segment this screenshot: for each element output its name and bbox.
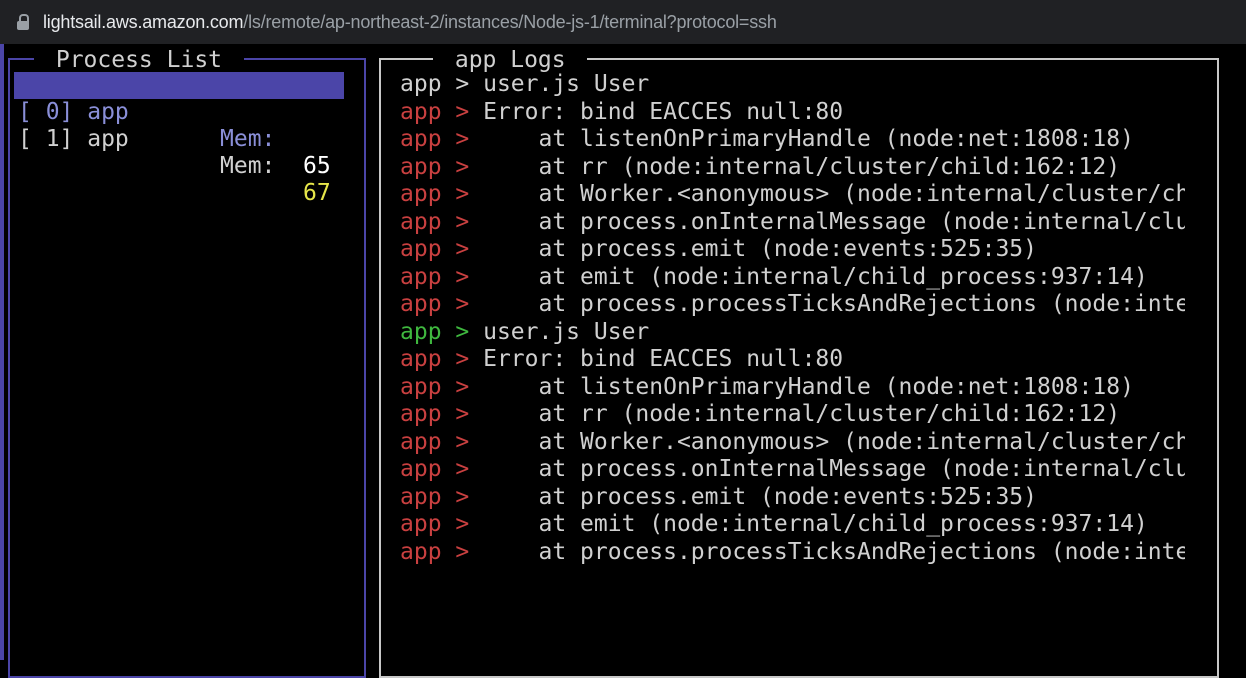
log-prefix: app > [400, 263, 484, 290]
log-line: app > at rr (node:internal/cluster/child… [400, 401, 1185, 429]
process-row-0[interactable]: [ 0] app Mem: 65 [14, 72, 344, 179]
log-message: at process.processTicksAndRejections (no… [483, 538, 1185, 565]
log-message: at listenOnPrimaryHandle (node:net:1808:… [483, 126, 1134, 152]
log-line: app > at Worker.<anonymous> (node:intern… [400, 429, 1185, 457]
process-mem-label: Mem: [220, 126, 276, 152]
log-line: app > user.js User [400, 319, 1185, 347]
log-message: at Worker.<anonymous> (node:internal/clu… [483, 181, 1185, 207]
log-line: app > at process.onInternalMessage (node… [400, 456, 1185, 484]
log-message: at process.emit (node:events:525:35) [483, 483, 1037, 510]
log-message: at process.onInternalMessage (node:inter… [483, 208, 1185, 235]
log-line: app > at process.emit (node:events:525:3… [400, 484, 1185, 512]
process-mem-label: Mem: [220, 153, 276, 179]
log-line: app > at rr (node:internal/cluster/child… [400, 154, 1185, 182]
log-message: at emit (node:internal/child_process:937… [483, 511, 1148, 537]
log-prefix: app > [400, 346, 484, 372]
process-mem-value: 65 [303, 153, 331, 179]
log-message: at process.emit (node:events:525:35) [483, 236, 1037, 262]
log-line: app > at process.processTicksAndRejectio… [400, 539, 1185, 567]
log-line: app > at emit (node:internal/child_proce… [400, 511, 1185, 539]
log-message: user.js User [483, 71, 650, 97]
log-message: at Worker.<anonymous> (node:internal/clu… [483, 428, 1185, 455]
process-list-title: Process List [34, 47, 244, 73]
log-prefix: app > [400, 236, 484, 262]
log-message: at listenOnPrimaryHandle (node:net:1808:… [483, 373, 1134, 400]
log-prefix: app > [400, 483, 484, 510]
app-logs-title: app Logs [433, 47, 588, 73]
terminal-window[interactable]: Process List [ 0] app Mem: 65 [ 1] app M… [0, 44, 1246, 678]
log-message: at rr (node:internal/cluster/child:162:1… [483, 401, 1121, 427]
log-line: app > at process.onInternalMessage (node… [400, 209, 1185, 237]
log-message: Error: bind EACCES null:80 [483, 346, 844, 372]
terminal-left-border [0, 44, 4, 660]
log-message: at emit (node:internal/child_process:937… [483, 263, 1148, 290]
log-prefix: app > [400, 153, 484, 180]
log-list[interactable]: app > user.js User app > Error: bind EACC… [400, 71, 1185, 631]
log-line: app > at Worker.<anonymous> (node:intern… [400, 181, 1185, 209]
log-prefix: app > [400, 71, 484, 97]
log-prefix: app > [400, 98, 484, 125]
log-line: app > at process.processTicksAndRejectio… [400, 291, 1185, 319]
log-prefix: app > [400, 373, 484, 400]
process-mem-value: 67 [303, 180, 331, 206]
log-line: app > Error: bind EACCES null:80 [400, 346, 1185, 374]
log-message: at process.onInternalMessage (node:inter… [483, 456, 1185, 482]
log-line: app > at listenOnPrimaryHandle (node:net… [400, 126, 1185, 154]
url-domain: lightsail.aws.amazon.com [43, 11, 244, 32]
url-path: /ls/remote/ap-northeast-2/instances/Node… [243, 11, 777, 32]
log-line: app > at emit (node:internal/child_proce… [400, 264, 1185, 292]
log-prefix: app > [400, 126, 484, 152]
log-prefix: app > [400, 538, 484, 565]
log-line: app > Error: bind EACCES null:80 [400, 99, 1185, 127]
log-line: app > at process.emit (node:events:525:3… [400, 236, 1185, 264]
address-bar[interactable]: lightsail.aws.amazon.com/ls/remote/ap-no… [0, 0, 1246, 44]
log-message: Error: bind EACCES null:80 [483, 98, 844, 125]
log-prefix: app > [400, 428, 484, 455]
lock-icon[interactable] [17, 14, 29, 30]
log-message: user.js User [483, 318, 650, 345]
log-message: at process.processTicksAndRejections (no… [483, 291, 1185, 317]
log-prefix: app > [400, 511, 484, 537]
log-line: app > at listenOnPrimaryHandle (node:net… [400, 374, 1185, 402]
log-line: app > user.js User [400, 71, 1185, 99]
log-prefix: app > [400, 401, 484, 427]
log-prefix: app > [400, 318, 484, 345]
log-message: at rr (node:internal/cluster/child:162:1… [483, 153, 1121, 180]
process-id: [ 1] app [18, 126, 129, 152]
log-prefix: app > [400, 456, 484, 482]
process-row-1[interactable]: [ 1] app Mem: 67 [14, 99, 344, 206]
log-prefix: app > [400, 181, 484, 207]
log-prefix: app > [400, 291, 484, 317]
log-prefix: app > [400, 208, 484, 235]
